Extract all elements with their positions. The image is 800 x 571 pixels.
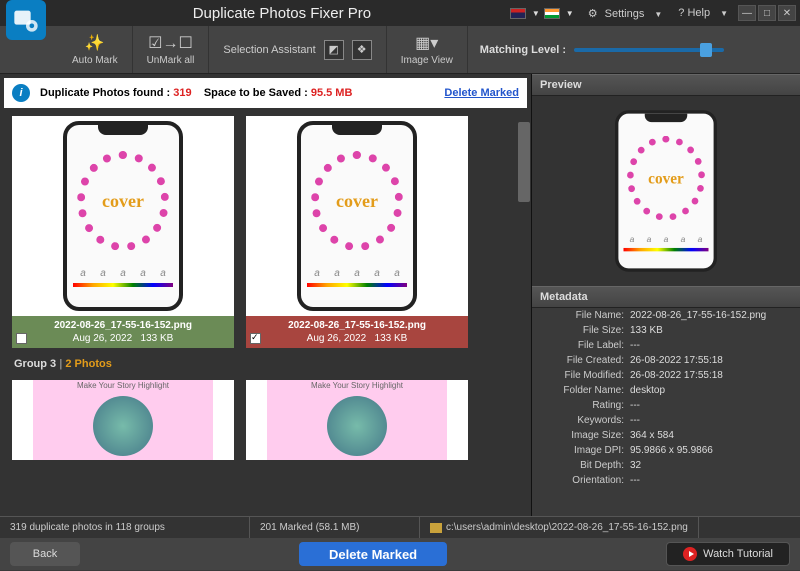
thumbnail-image: Make Your Story Highlight — [267, 380, 447, 460]
selection-tool-1[interactable]: ◩ — [324, 40, 344, 60]
photo-card[interactable]: coveraaaaa 2022-08-26_17-55-16-152.png A… — [246, 116, 468, 348]
metadata-value: 2022-08-26_17-55-16-152.png — [630, 310, 766, 321]
preview-header: Preview — [532, 74, 800, 96]
app-logo — [6, 0, 46, 40]
info-bar: i Duplicate Photos found : 319 Space to … — [4, 78, 527, 108]
image-view-button[interactable]: ▦▾Image View — [386, 26, 467, 73]
metadata-key: Image Size: — [540, 430, 630, 441]
metadata-value: --- — [630, 340, 640, 351]
chevron-down-icon[interactable]: ▼ — [532, 9, 540, 18]
flag-in-icon[interactable] — [544, 8, 560, 19]
metadata-key: File Modified: — [540, 370, 630, 381]
watch-tutorial-button[interactable]: Watch Tutorial — [666, 542, 790, 566]
metadata-value: 32 — [630, 460, 641, 471]
unmark-all-button[interactable]: ☑→☐UnMark all — [132, 26, 209, 73]
metadata-row: Orientation:--- — [532, 473, 800, 488]
metadata-row: Keywords:--- — [532, 413, 800, 428]
metadata-row: File Size:133 KB — [532, 323, 800, 338]
metadata-value: 26-08-2022 17:55:18 — [630, 355, 723, 366]
status-path: c:\users\admin\desktop\2022-08-26_17-55-… — [420, 517, 699, 538]
delete-marked-link[interactable]: Delete Marked — [444, 87, 519, 99]
space-label: Space to be Saved : — [204, 87, 308, 99]
metadata-value: 26-08-2022 17:55:18 — [630, 370, 723, 381]
flag-us-icon[interactable] — [510, 8, 526, 19]
delete-marked-button[interactable]: Delete Marked — [299, 542, 447, 566]
photo-card[interactable]: coveraaaaa 2022-08-26_17-55-16-152.png A… — [12, 116, 234, 348]
metadata-value: --- — [630, 475, 640, 486]
metadata-key: Bit Depth: — [540, 460, 630, 471]
metadata-row: Bit Depth:32 — [532, 458, 800, 473]
metadata-key: File Name: — [540, 310, 630, 321]
wand-icon: ✨ — [85, 33, 105, 53]
selection-tool-2[interactable]: ❖ — [352, 40, 372, 60]
scrollbar[interactable] — [517, 112, 531, 516]
metadata-key: File Created: — [540, 355, 630, 366]
metadata-row: Folder Name:desktop — [532, 383, 800, 398]
selection-assistant-label: Selection Assistant — [223, 44, 315, 56]
space-value: 95.5 MB — [311, 87, 353, 99]
metadata-value: 133 KB — [630, 325, 663, 336]
metadata-key: Orientation: — [540, 475, 630, 486]
metadata-value: 364 x 584 — [630, 430, 674, 441]
slider-thumb[interactable] — [700, 43, 712, 57]
info-icon: i — [12, 84, 30, 102]
card-size: 133 KB — [141, 333, 174, 344]
card-date: Aug 26, 2022 — [73, 333, 133, 344]
metadata-key: File Label: — [540, 340, 630, 351]
preview-image: coveraaaaa — [615, 110, 717, 272]
card-size: 133 KB — [375, 333, 408, 344]
metadata-row: File Created:26-08-2022 17:55:18 — [532, 353, 800, 368]
thumbnail-image: coveraaaaa — [297, 121, 417, 311]
grid-icon: ▦▾ — [415, 33, 438, 53]
metadata-row: Image DPI:95.9866 x 95.9866 — [532, 443, 800, 458]
metadata-key: Rating: — [540, 400, 630, 411]
matching-level-slider[interactable] — [574, 48, 724, 52]
status-groups: 319 duplicate photos in 118 groups — [0, 517, 250, 538]
found-count: 319 — [173, 87, 191, 99]
card-filename: 2022-08-26_17-55-16-152.png — [16, 320, 230, 331]
metadata-table: File Name:2022-08-26_17-55-16-152.pngFil… — [532, 308, 800, 516]
metadata-row: Image Size:364 x 584 — [532, 428, 800, 443]
play-icon — [683, 547, 697, 561]
minimize-button[interactable]: — — [738, 5, 756, 21]
metadata-row: Rating:--- — [532, 398, 800, 413]
preview-pane: coveraaaaa — [532, 96, 800, 286]
metadata-row: File Label:--- — [532, 338, 800, 353]
settings-menu[interactable]: ⚙ Settings▼ — [584, 7, 671, 20]
thumbnail-image: coveraaaaa — [63, 121, 183, 311]
status-marked: 201 Marked (58.1 MB) — [250, 517, 420, 538]
photo-card[interactable]: Make Your Story Highlight — [246, 380, 468, 460]
close-button[interactable]: ✕ — [778, 5, 796, 21]
metadata-key: File Size: — [540, 325, 630, 336]
metadata-row: File Modified:26-08-2022 17:55:18 — [532, 368, 800, 383]
maximize-button[interactable]: □ — [758, 5, 776, 21]
folder-icon — [430, 523, 442, 533]
metadata-value: desktop — [630, 385, 665, 396]
back-button[interactable]: Back — [10, 542, 80, 566]
chevron-down-icon[interactable]: ▼ — [566, 9, 574, 18]
metadata-value: --- — [630, 400, 640, 411]
group-header: Group 3 | 2 Photos — [4, 352, 527, 376]
metadata-header: Metadata — [532, 286, 800, 308]
card-checkbox[interactable] — [16, 333, 27, 344]
card-date: Aug 26, 2022 — [307, 333, 367, 344]
metadata-value: --- — [630, 415, 640, 426]
metadata-key: Image DPI: — [540, 445, 630, 456]
uncheck-icon: ☑→☐ — [148, 33, 193, 53]
metadata-key: Folder Name: — [540, 385, 630, 396]
card-checkbox[interactable] — [250, 333, 261, 344]
card-filename: 2022-08-26_17-55-16-152.png — [250, 320, 464, 331]
metadata-key: Keywords: — [540, 415, 630, 426]
scrollbar-thumb[interactable] — [518, 122, 530, 202]
help-menu[interactable]: ? Help▼ — [670, 7, 736, 19]
thumbnail-image: Make Your Story Highlight — [33, 380, 213, 460]
metadata-row: File Name:2022-08-26_17-55-16-152.png — [532, 308, 800, 323]
photo-card[interactable]: Make Your Story Highlight — [12, 380, 234, 460]
app-title: Duplicate Photos Fixer Pro — [54, 5, 510, 22]
metadata-value: 95.9866 x 95.9866 — [630, 445, 713, 456]
found-label: Duplicate Photos found : — [40, 87, 170, 99]
auto-mark-button[interactable]: ✨Auto Mark — [58, 26, 132, 73]
matching-level-label: Matching Level : — [480, 44, 566, 56]
